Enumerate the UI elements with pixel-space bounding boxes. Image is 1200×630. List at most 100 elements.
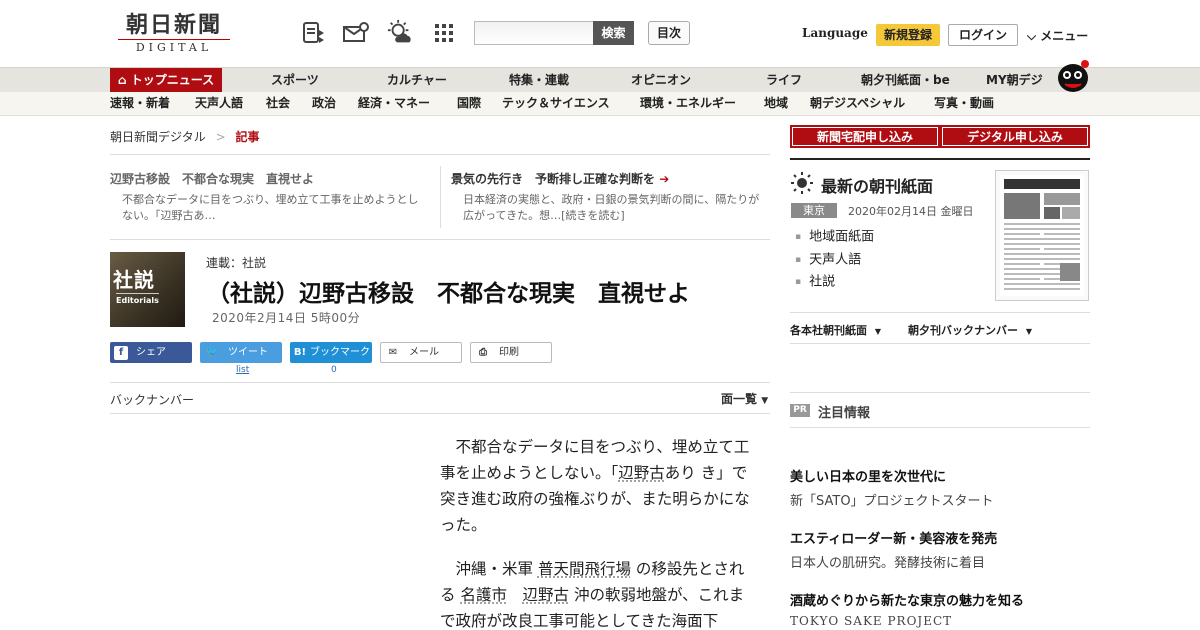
mail-share-button[interactable]: ✉ メール bbox=[380, 342, 462, 363]
digital-subscribe-button[interactable]: デジタル申し込み bbox=[940, 125, 1090, 148]
related-article-prev[interactable]: 辺野古移設 不都合な現実 直視せよ 不都合なデータに目をつぶり、埋め立て工事を止… bbox=[110, 170, 425, 224]
twitter-share-button[interactable]: 🐦 ツイート bbox=[200, 342, 282, 363]
promo-title: 美しい日本の里を次世代に bbox=[790, 466, 994, 485]
divider bbox=[790, 312, 1090, 313]
share-label: メール bbox=[409, 342, 439, 363]
grid-icon[interactable] bbox=[430, 19, 458, 47]
login-button[interactable]: ログイン bbox=[948, 24, 1018, 46]
primary-nav: ⌂ トップニュース スポーツ カルチャー 特集・連載 オピニオン ライフ 朝夕刊… bbox=[0, 67, 1200, 92]
news-digest-icon[interactable] bbox=[300, 19, 328, 47]
promo-title: 酒蔵めぐりから新たな東京の魅力を知る bbox=[790, 590, 1024, 609]
paper-link-editorial[interactable]: 社説 bbox=[795, 271, 874, 294]
keyword-link[interactable]: 辺野古 bbox=[522, 586, 569, 604]
mail-icon[interactable] bbox=[342, 19, 370, 47]
body-paragraph: 沖縄・米軍 普天間飛行場 の移設先とされる 名護市 辺野古 沖の軟弱地盤が、これ… bbox=[440, 556, 752, 630]
nav-special[interactable]: 朝デジスペシャル bbox=[810, 92, 905, 115]
nav-environment[interactable]: 環境・エネルギー bbox=[640, 92, 736, 115]
register-button[interactable]: 新規登録 bbox=[876, 24, 940, 46]
site-header: 朝日新聞 DIGITAL 検索 目次 Language 新規登録 ログイン ⌵ … bbox=[0, 0, 1200, 66]
newspaper-thumbnail[interactable] bbox=[995, 170, 1089, 301]
keyword-link[interactable]: 名護市 bbox=[460, 586, 507, 604]
nav-region[interactable]: 地域 bbox=[764, 92, 788, 115]
breadcrumb-separator: > bbox=[216, 130, 226, 144]
hatena-count[interactable]: 0 bbox=[331, 365, 337, 375]
index-button[interactable]: 目次 bbox=[648, 21, 690, 45]
nav-tenseijingo[interactable]: 天声人語 bbox=[195, 92, 243, 115]
pr-badge: PR bbox=[790, 404, 810, 417]
search-button[interactable]: 検索 bbox=[593, 21, 634, 45]
nav-paper[interactable]: 朝夕刊紙面・be bbox=[861, 68, 950, 92]
body-paragraph: 不都合なデータに目をつぶり、埋め立て工事を止めようとしない。「辺野古あり き」で… bbox=[440, 434, 752, 538]
keyword-link[interactable]: 辺野古 bbox=[618, 464, 665, 482]
language-link[interactable]: Language bbox=[802, 26, 868, 40]
share-label: 印刷 bbox=[499, 342, 519, 363]
divider bbox=[440, 166, 441, 228]
page-list-dropdown[interactable]: 面一覧 ▼ bbox=[721, 390, 768, 407]
sun-icon bbox=[791, 172, 813, 198]
paper-link-tenseijingo[interactable]: 天声人語 bbox=[795, 249, 874, 272]
keyword-link[interactable]: 普天間飛行場 bbox=[538, 560, 631, 578]
twitter-icon: 🐦 bbox=[204, 342, 220, 363]
nav-international[interactable]: 国際 bbox=[457, 92, 481, 115]
twitter-count[interactable]: list bbox=[236, 365, 249, 375]
weather-icon[interactable] bbox=[386, 19, 414, 47]
backnumber-label[interactable]: バックナンバー bbox=[110, 391, 194, 408]
related-title: 景気の先行き 予断排し正確な判断を ➔ bbox=[451, 170, 766, 187]
triangle-down-icon: ▼ bbox=[1026, 327, 1032, 336]
site-logo[interactable]: 朝日新聞 DIGITAL bbox=[118, 12, 230, 54]
arrow-right-icon: ➔ bbox=[659, 172, 669, 186]
nav-opinion[interactable]: オピニオン bbox=[631, 68, 691, 92]
menu-button[interactable]: ⌵ メニュー bbox=[1027, 27, 1088, 44]
logo-kanji: 朝日新聞 bbox=[118, 12, 230, 38]
section-rule bbox=[790, 158, 1090, 160]
search-input[interactable] bbox=[474, 21, 593, 45]
hatena-bookmark-button[interactable]: B! ブックマーク bbox=[290, 342, 372, 363]
mascot-icon[interactable] bbox=[1055, 58, 1091, 94]
print-button[interactable]: ⎙ 印刷 bbox=[470, 342, 552, 363]
article-date: 2020年2月14日 5時00分 bbox=[212, 309, 360, 326]
related-article-next[interactable]: 景気の先行き 予断排し正確な判断を ➔ 日本経済の実態と、政府・日銀の景気判断の… bbox=[451, 170, 766, 224]
nav-economy[interactable]: 経済・マネー bbox=[358, 92, 430, 115]
nav-life[interactable]: ライフ bbox=[766, 68, 802, 92]
series-thumbnail[interactable]: 社説 Editorials bbox=[110, 252, 185, 327]
nav-photo-video[interactable]: 写真・動画 bbox=[934, 92, 994, 115]
chevron-down-icon: ⌵ bbox=[1027, 29, 1036, 43]
facebook-icon: f bbox=[114, 346, 128, 360]
menu-label: メニュー bbox=[1040, 29, 1088, 43]
search-box: 検索 bbox=[474, 21, 593, 45]
nav-culture[interactable]: カルチャー bbox=[387, 68, 447, 92]
nav-tech-science[interactable]: テック＆サイエンス bbox=[502, 92, 610, 115]
divider bbox=[110, 154, 770, 155]
printer-icon: ⎙ bbox=[475, 342, 491, 363]
nav-sports[interactable]: スポーツ bbox=[271, 68, 319, 92]
logo-digital: DIGITAL bbox=[118, 39, 230, 54]
page-list-label: 面一覧 bbox=[721, 392, 757, 406]
promo-item[interactable]: 美しい日本の里を次世代に 新「SATO」プロジェクトスタート bbox=[790, 466, 994, 509]
nav-breaking[interactable]: 速報・新着 bbox=[110, 92, 170, 115]
breadcrumb-home[interactable]: 朝日新聞デジタル bbox=[110, 130, 206, 144]
divider bbox=[790, 392, 1090, 393]
nav-features[interactable]: 特集・連載 bbox=[509, 68, 569, 92]
paper-link-regional[interactable]: 地域面紙面 bbox=[795, 226, 874, 249]
facebook-share-button[interactable]: f シェア bbox=[110, 342, 192, 363]
article-body: 不都合なデータに目をつぶり、埋め立て工事を止めようとしない。「辺野古あり き」で… bbox=[440, 434, 752, 630]
hatena-icon: B! bbox=[292, 342, 308, 363]
series-label[interactable]: 連載：社説 bbox=[206, 254, 266, 271]
backnumber-dropdown[interactable]: 朝夕刊バックナンバー ▼ bbox=[908, 322, 1032, 338]
dropdown-label: 各本社朝刊紙面 bbox=[790, 324, 867, 337]
promo-title: エスティローダー新・美容液を発売 bbox=[790, 528, 997, 547]
regional-editions-dropdown[interactable]: 各本社朝刊紙面 ▼ bbox=[790, 322, 881, 338]
nav-my-asadigi[interactable]: MY朝デジ bbox=[986, 68, 1043, 92]
nav-politics[interactable]: 政治 bbox=[312, 92, 336, 115]
share-label: ツイート bbox=[228, 342, 268, 363]
nav-society[interactable]: 社会 bbox=[266, 92, 290, 115]
home-delivery-button[interactable]: 新聞宅配申し込み bbox=[790, 125, 940, 148]
promo-item[interactable]: エスティローダー新・美容液を発売 日本人の肌研究。発酵技術に着目 bbox=[790, 528, 997, 571]
nav-top-news[interactable]: ⌂ トップニュース bbox=[110, 68, 222, 92]
promo-item[interactable]: 酒蔵めぐりから新たな東京の魅力を知る TOKYO SAKE PROJECT bbox=[790, 590, 1024, 628]
breadcrumb: 朝日新聞デジタル > 記事 bbox=[110, 128, 260, 145]
article-title: （社説）辺野古移設 不都合な現実 直視せよ bbox=[207, 274, 690, 308]
latest-paper-title[interactable]: 最新の朝刊紙面 bbox=[821, 173, 933, 197]
share-label: ブックマーク bbox=[310, 342, 370, 363]
related-desc: 不都合なデータに目をつぶり、埋め立て工事を止めようとしない。「辺野古あ… bbox=[110, 192, 425, 224]
